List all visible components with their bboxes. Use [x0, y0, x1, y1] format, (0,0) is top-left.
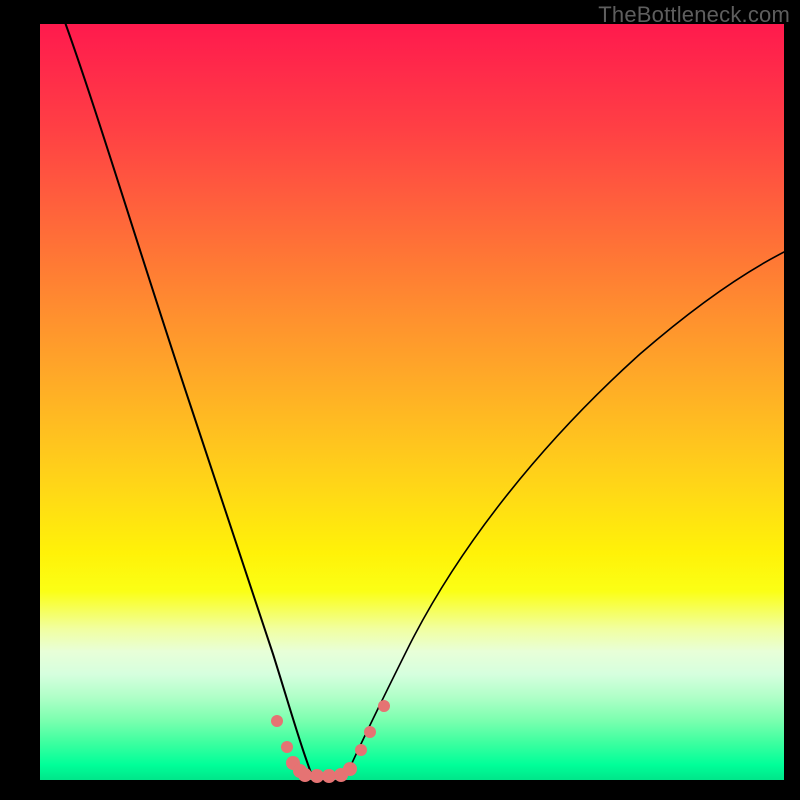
right-curve — [346, 250, 788, 776]
chart-frame: TheBottleneck.com — [0, 0, 800, 800]
curves-layer — [40, 24, 784, 780]
watermark-text: TheBottleneck.com — [598, 2, 790, 28]
dot-floor-1 — [298, 768, 312, 782]
dot-floor-2 — [310, 769, 324, 783]
dot-right-1 — [343, 762, 357, 776]
left-curve — [62, 14, 312, 776]
dot-left-1 — [271, 715, 283, 727]
plot-area — [40, 24, 784, 780]
dot-right-4 — [378, 700, 390, 712]
dot-left-2 — [281, 741, 293, 753]
dot-right-3 — [364, 726, 376, 738]
dot-right-2 — [355, 744, 367, 756]
dot-floor-3 — [322, 769, 336, 783]
data-points — [271, 700, 390, 783]
